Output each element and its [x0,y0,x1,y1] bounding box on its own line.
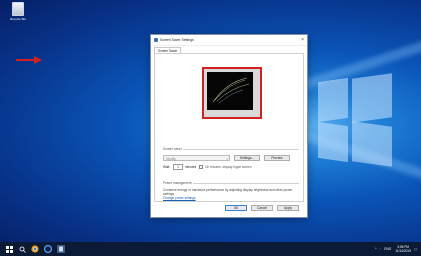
ok-button[interactable]: OK [225,205,247,211]
recycle-bin-label: Recycle Bin [10,17,26,21]
network-icon[interactable]: ◌ [379,247,381,251]
windows-logo-pane [352,121,392,167]
recycle-bin-shortcut[interactable]: Recycle Bin [6,2,30,21]
wait-label: Wait: [163,165,171,169]
dialog-title: Screen Saver Settings [160,38,194,42]
change-power-settings-link[interactable]: Change power settings [163,196,196,200]
screen-saver-selected-value: Mystify [166,157,176,161]
clock-date: 11/14/2019 [395,249,411,253]
recycle-bin-icon [12,2,24,16]
chevron-down-icon: ▾ [226,157,228,161]
apply-button[interactable]: Apply [277,205,299,211]
screen-saver-group: Screen saver Mystify ▾ Settings... Previ… [163,147,299,172]
resume-checkbox[interactable] [199,165,203,169]
windows-logo-pane [318,121,348,163]
resume-label: On resume, display logon screen [205,165,252,169]
dialog-titlebar[interactable]: Screen Saver Settings × [151,35,307,46]
search-icon[interactable] [18,245,26,253]
desktop: Recycle Bin Screen Saver Settings × Scre… [0,0,421,242]
preview-button[interactable]: Preview [264,155,290,161]
power-group-label: Power management [163,181,193,185]
wait-row: Wait: 1 minutes On resume, display logon… [163,164,299,170]
clock[interactable]: 3:08 PM 11/14/2019 [395,245,411,253]
notification-icon[interactable]: ▢ [414,247,417,251]
settings-button[interactable]: Settings... [234,155,260,161]
edge-browser-icon[interactable] [44,245,52,253]
screen-saver-group-label: Screen saver [163,147,183,151]
close-icon[interactable]: × [301,37,304,43]
red-arrow-icon [16,56,42,64]
power-description: Conserve energy or maximize performance … [163,188,293,196]
mystify-preview-graphic [212,77,250,104]
screen-saver-panel: Screen saver Mystify ▾ Settings... Previ… [154,53,304,202]
taskbar: ^ ◌ ENG 3:08 PM 11/14/2019 ▢ [0,242,421,256]
browser-chrome-icon[interactable] [31,245,39,253]
tray-chevron-icon[interactable]: ^ [375,247,377,251]
windows-logo-pane [352,73,392,123]
settings-app-icon[interactable] [57,245,65,253]
wait-minutes-spinner[interactable]: 1 [173,164,183,170]
preview-monitor [202,67,262,119]
system-tray: ^ ◌ ENG 3:08 PM 11/14/2019 ▢ [372,245,421,253]
cancel-button[interactable]: Cancel [251,205,273,211]
screen-saver-app-icon [154,38,158,42]
minutes-label: minutes [185,165,197,169]
windows-logo-pane [318,77,348,123]
start-windows-icon[interactable] [5,245,13,253]
screen-saver-select[interactable]: Mystify ▾ [163,155,230,161]
preview-screen [207,72,253,110]
input-language[interactable]: ENG [384,247,391,251]
screen-saver-dialog: Screen Saver Settings × Screen Saver Scr… [150,34,308,218]
